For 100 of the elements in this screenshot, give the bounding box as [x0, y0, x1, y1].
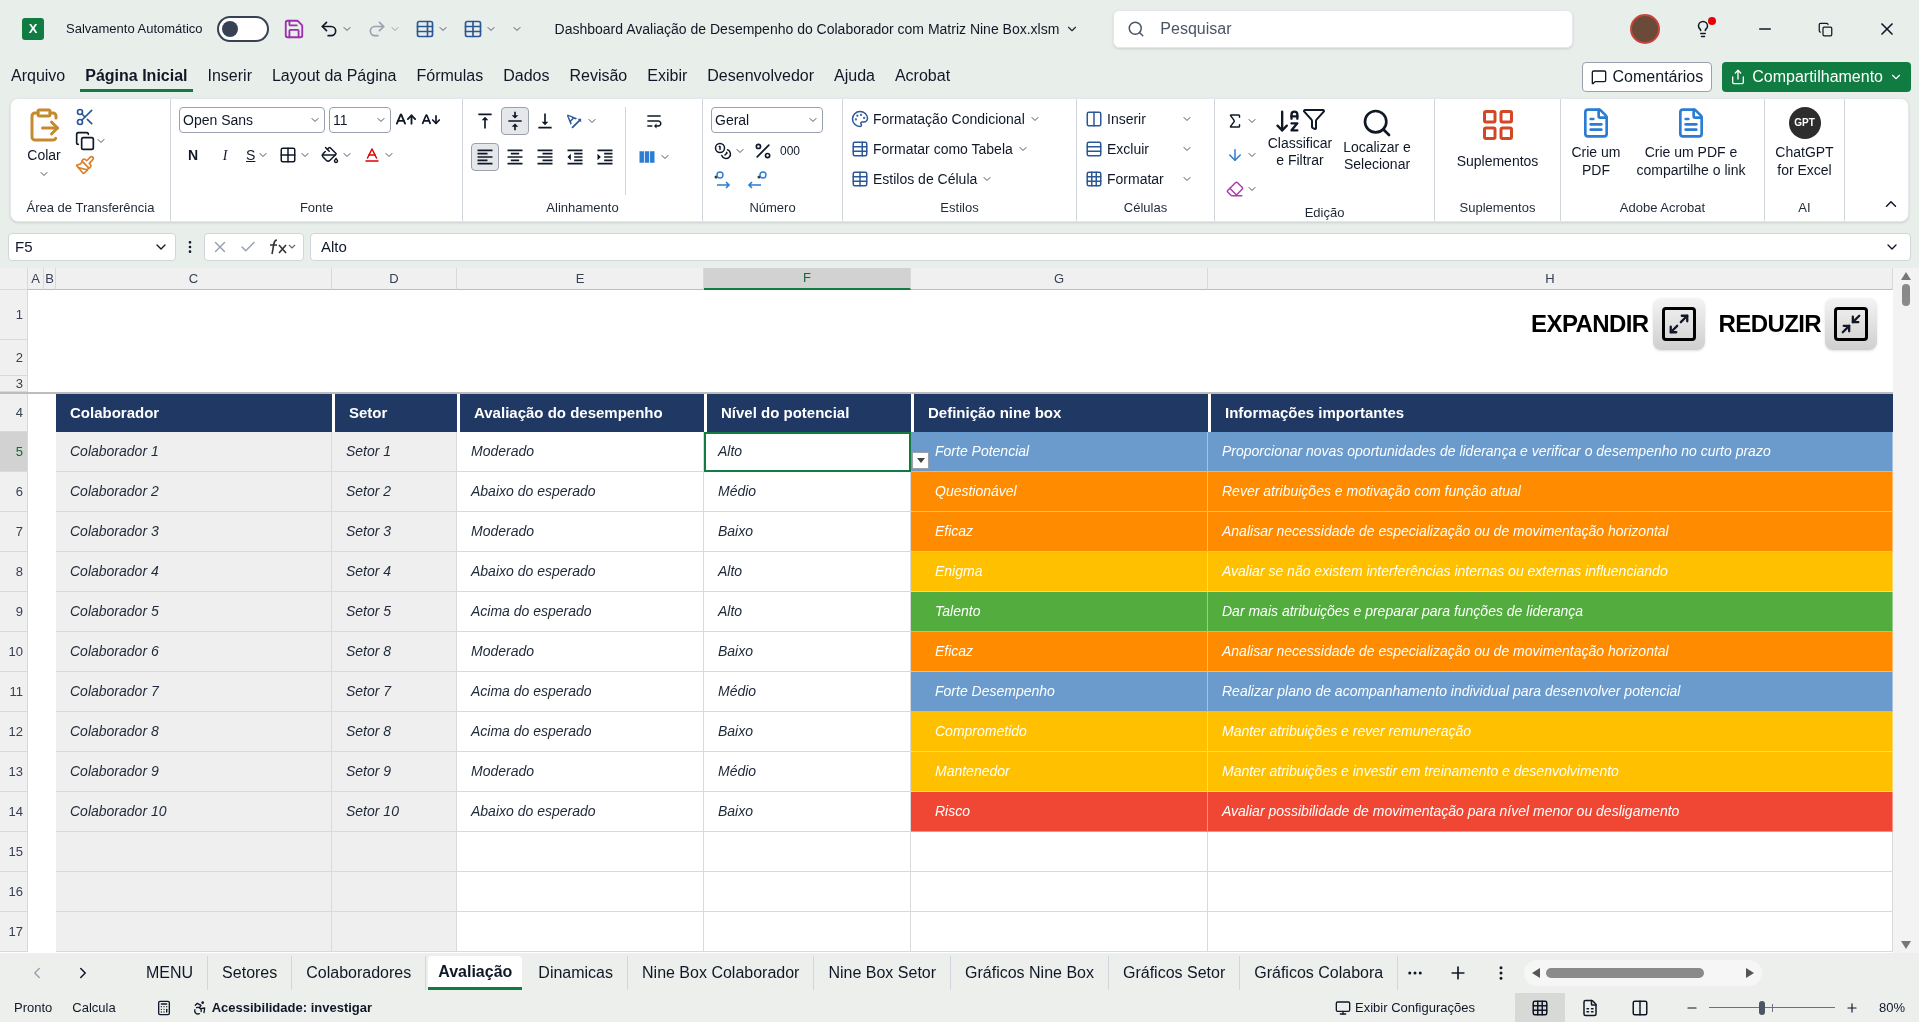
sheet-tab[interactable]: Nine Box Setor — [814, 956, 952, 990]
ribbon-tab[interactable]: Fórmulas — [411, 62, 489, 92]
number-format-field[interactable]: Geral — [711, 107, 823, 133]
font-family-field[interactable]: Open Sans — [179, 107, 325, 133]
column-header[interactable]: H — [1208, 268, 1893, 290]
cells-menu-button[interactable]: Excluir — [1085, 137, 1193, 161]
column-header[interactable]: E — [457, 268, 704, 290]
horizontal-scrollbar[interactable] — [1524, 960, 1763, 986]
find-select-button[interactable]: Localizar e Selecionar — [1339, 107, 1415, 203]
scroll-up-icon[interactable] — [1901, 272, 1911, 280]
name-box[interactable]: F5 — [8, 233, 176, 261]
column-header[interactable]: D — [332, 268, 457, 290]
row-header[interactable]: 14 — [0, 792, 28, 832]
addins-button[interactable]: Suplementos — [1443, 107, 1552, 195]
sheet-tab[interactable]: Gráficos Colabora — [1240, 956, 1399, 990]
row-header[interactable]: 5 — [0, 432, 28, 472]
vertical-scrollbar[interactable] — [1893, 268, 1919, 953]
dropdown-button[interactable] — [912, 452, 929, 469]
search-field[interactable]: Pesquisar — [1113, 10, 1574, 48]
vertical-align-button[interactable] — [501, 107, 529, 135]
table-style-icon[interactable] — [414, 19, 435, 39]
zoom-thumb[interactable] — [1758, 1000, 1765, 1015]
column-header[interactable]: C — [56, 268, 332, 290]
ribbon-tab[interactable]: Layout da Página — [266, 62, 402, 92]
scroll-right-icon[interactable] — [1746, 968, 1755, 978]
sheet-tab[interactable]: Gráficos Nine Box — [951, 956, 1109, 990]
row-header[interactable]: 8 — [0, 552, 28, 592]
autosave-toggle[interactable] — [216, 16, 269, 42]
function-icon[interactable] — [267, 238, 297, 256]
scrollbar-thumb[interactable] — [1546, 968, 1705, 978]
horizontal-align-button[interactable] — [471, 143, 499, 171]
cells-menu-button[interactable]: Formatar — [1085, 167, 1193, 191]
sheet-tab[interactable]: Gráficos Setor — [1109, 956, 1241, 990]
row-header[interactable]: 10 — [0, 632, 28, 672]
row-header[interactable]: 12 — [0, 712, 28, 752]
table-style-icon[interactable] — [462, 19, 483, 39]
ribbon-tab[interactable]: Acrobat — [889, 62, 956, 92]
avatar[interactable] — [1630, 14, 1660, 44]
ribbon-tab[interactable]: Dados — [498, 62, 555, 92]
row-header[interactable]: 6 — [0, 472, 28, 512]
ribbon-tab[interactable]: Exibir — [642, 62, 693, 92]
display-settings-button[interactable]: Exibir Configurações — [1335, 997, 1475, 1018]
share-button[interactable]: Compartilhamento — [1722, 62, 1911, 92]
row-header[interactable]: 2 — [0, 340, 28, 376]
row-header[interactable]: 11 — [0, 672, 28, 712]
row-header[interactable]: 4 — [0, 394, 28, 432]
sheet-tab[interactable]: Colaboradores — [292, 956, 427, 990]
underline-button[interactable]: S — [243, 141, 273, 169]
undo-icon[interactable] — [318, 19, 339, 39]
scroll-left-icon[interactable] — [1532, 968, 1541, 978]
column-header[interactable]: A — [28, 268, 44, 290]
column-header[interactable]: G — [911, 268, 1208, 290]
sheet-tab[interactable]: Dinamicas — [524, 956, 628, 990]
sheet-tab[interactable]: Nine Box Colaborador — [628, 956, 815, 990]
copy-icon[interactable] — [75, 131, 95, 151]
ribbon-tab[interactable]: Revisão — [564, 62, 633, 92]
formula-field[interactable]: Alto — [310, 233, 1911, 261]
ribbon-tab[interactable]: Desenvolvedor — [702, 62, 819, 92]
scroll-down-icon[interactable] — [1901, 941, 1911, 949]
bold-button[interactable]: N — [179, 141, 207, 169]
calculator-icon[interactable] — [155, 999, 172, 1016]
row-header[interactable]: 13 — [0, 752, 28, 792]
zoom-slider[interactable] — [1708, 1000, 1835, 1015]
styles-menu-button[interactable]: Formatar como Tabela — [851, 137, 1041, 161]
ribbon-tab[interactable]: Ajuda — [829, 62, 880, 92]
column-header[interactable]: B — [44, 268, 56, 290]
column-header[interactable]: F — [704, 268, 911, 290]
row-header[interactable]: 16 — [0, 872, 28, 912]
scrollbar-thumb[interactable] — [1902, 284, 1910, 306]
row-header[interactable]: 1 — [0, 290, 28, 340]
row-header[interactable]: 15 — [0, 832, 28, 872]
cut-icon[interactable] — [75, 107, 95, 127]
row-header[interactable]: 3 — [0, 376, 28, 392]
chatgpt-button[interactable]: GPT ChatGPT for Excel — [1773, 107, 1836, 195]
thousands-button[interactable]: 000 — [777, 142, 804, 160]
cells-menu-button[interactable]: Inserir — [1085, 107, 1193, 131]
ribbon-tab[interactable]: Inserir — [202, 62, 257, 92]
accessibility-status[interactable]: Acessibilidade: investigar — [211, 997, 373, 1018]
collapse-button[interactable]: REDUZIR — [1718, 298, 1877, 350]
percent-icon[interactable] — [753, 141, 773, 161]
zoom-in-icon[interactable] — [1844, 1000, 1859, 1015]
create-pdf-button[interactable]: Crie um PDF — [1569, 107, 1623, 195]
font-size-field[interactable]: 11 — [329, 107, 391, 133]
row-header[interactable]: 17 — [0, 912, 28, 952]
sheet-tab[interactable]: Setores — [208, 956, 293, 990]
share-pdf-button[interactable]: Crie um PDF e compartilhe o link — [1629, 107, 1753, 195]
view-button[interactable] — [1514, 993, 1565, 1022]
ribbon-tab[interactable]: Arquivo — [6, 62, 71, 92]
zoom-level[interactable]: 80% — [1878, 997, 1905, 1018]
sort-filter-button[interactable]: Classificar e Filtrar — [1267, 107, 1333, 203]
expand-button[interactable]: EXPANDIR — [1531, 298, 1705, 350]
styles-menu-button[interactable]: Estilos de Célula — [851, 167, 1041, 191]
sheet-tab[interactable]: Avaliação — [428, 956, 523, 990]
comments-button[interactable]: Comentários — [1581, 62, 1713, 92]
ribbon-tab[interactable]: Página Inicial — [80, 62, 193, 92]
row-header[interactable]: 9 — [0, 592, 28, 632]
italic-button[interactable]: I — [211, 141, 239, 169]
sheet-tab[interactable]: MENU — [132, 956, 209, 990]
save-icon[interactable] — [282, 18, 305, 40]
row-header[interactable]: 7 — [0, 512, 28, 552]
